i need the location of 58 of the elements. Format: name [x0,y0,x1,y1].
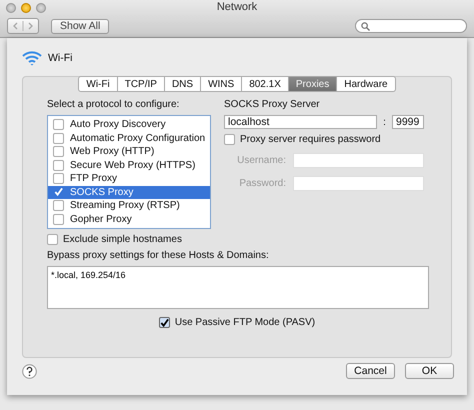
window-title: Network [216,1,258,13]
protocol-row[interactable]: FTP Proxy [48,172,210,186]
show-all-button[interactable]: Show All [51,18,110,34]
minimize-icon[interactable] [21,2,31,12]
checkbox[interactable] [53,200,64,212]
tab[interactable]: 802.1X [242,76,289,92]
protocol-row[interactable]: SOCKS Proxy [48,186,210,199]
checkbox-label: Exclude simple hostnames [63,234,182,245]
zoom-icon[interactable] [36,2,46,12]
protocol-list-label: Select a protocol to configure: [47,99,180,110]
bypass-field[interactable]: *.local, 169.254/16 [47,266,429,309]
ok-button[interactable]: OK [405,363,454,379]
tab[interactable]: TCP/IP [118,76,165,92]
checkbox[interactable] [53,146,64,158]
checkbox[interactable] [53,160,64,171]
checkbox[interactable] [53,214,64,225]
port-field[interactable]: 9999 [392,115,424,129]
cancel-button[interactable]: Cancel [346,363,395,379]
host-field[interactable]: localhost [224,115,377,129]
back-forward-control[interactable] [7,18,39,34]
search-icon [361,22,370,30]
protocol-name: Streaming Proxy (RTSP) [70,200,180,212]
protocol-row[interactable]: Gopher Proxy [48,212,210,226]
protocol-name: Gopher Proxy [70,214,132,225]
tab[interactable]: Proxies [288,76,338,92]
protocol-row[interactable]: Automatic Proxy Configuration [48,132,210,145]
server-label: SOCKS Proxy Server [224,99,321,110]
close-icon[interactable] [6,2,16,12]
protocol-name: Web Proxy (HTTP) [70,146,154,158]
protocol-row[interactable]: Streaming Proxy (RTSP) [48,199,210,212]
help-button[interactable] [22,364,37,378]
checkbox-label: Use Passive FTP Mode (PASV) [174,317,316,328]
field-label: Password: [239,178,286,189]
protocol-name: FTP Proxy [70,173,118,184]
checkbox[interactable] [47,234,58,245]
protocol-name: Automatic Proxy Configuration [70,132,206,144]
protocol-name: Secure Web Proxy (HTTPS) [70,160,196,171]
protocol-name: SOCKS Proxy [70,186,134,198]
checkbox[interactable] [53,132,64,144]
protocol-name: Auto Proxy Discovery [70,119,166,130]
tab[interactable]: WINS [201,76,242,92]
service-name: Wi-Fi [48,52,72,64]
search-field[interactable] [355,19,467,33]
tab[interactable]: Wi-Fi [78,76,118,92]
checkbox-label: Proxy server requires password [240,134,381,145]
tab[interactable]: DNS [164,76,202,92]
protocol-row[interactable]: Auto Proxy Discovery [48,118,210,132]
checkbox[interactable] [158,317,170,328]
wifi-icon [22,50,42,66]
tab[interactable]: Hardware [337,76,396,92]
bypass-label: Bypass proxy settings for these Hosts & Domains: [47,250,270,261]
checkbox[interactable] [53,119,64,130]
checkbox[interactable] [53,173,64,184]
checkbox[interactable] [224,134,235,145]
protocol-row[interactable]: Web Proxy (HTTP) [48,145,210,158]
protocol-row[interactable]: Secure Web Proxy (HTTPS) [48,158,210,172]
field-label: Username: [237,155,286,166]
port-separator: : [382,116,387,128]
